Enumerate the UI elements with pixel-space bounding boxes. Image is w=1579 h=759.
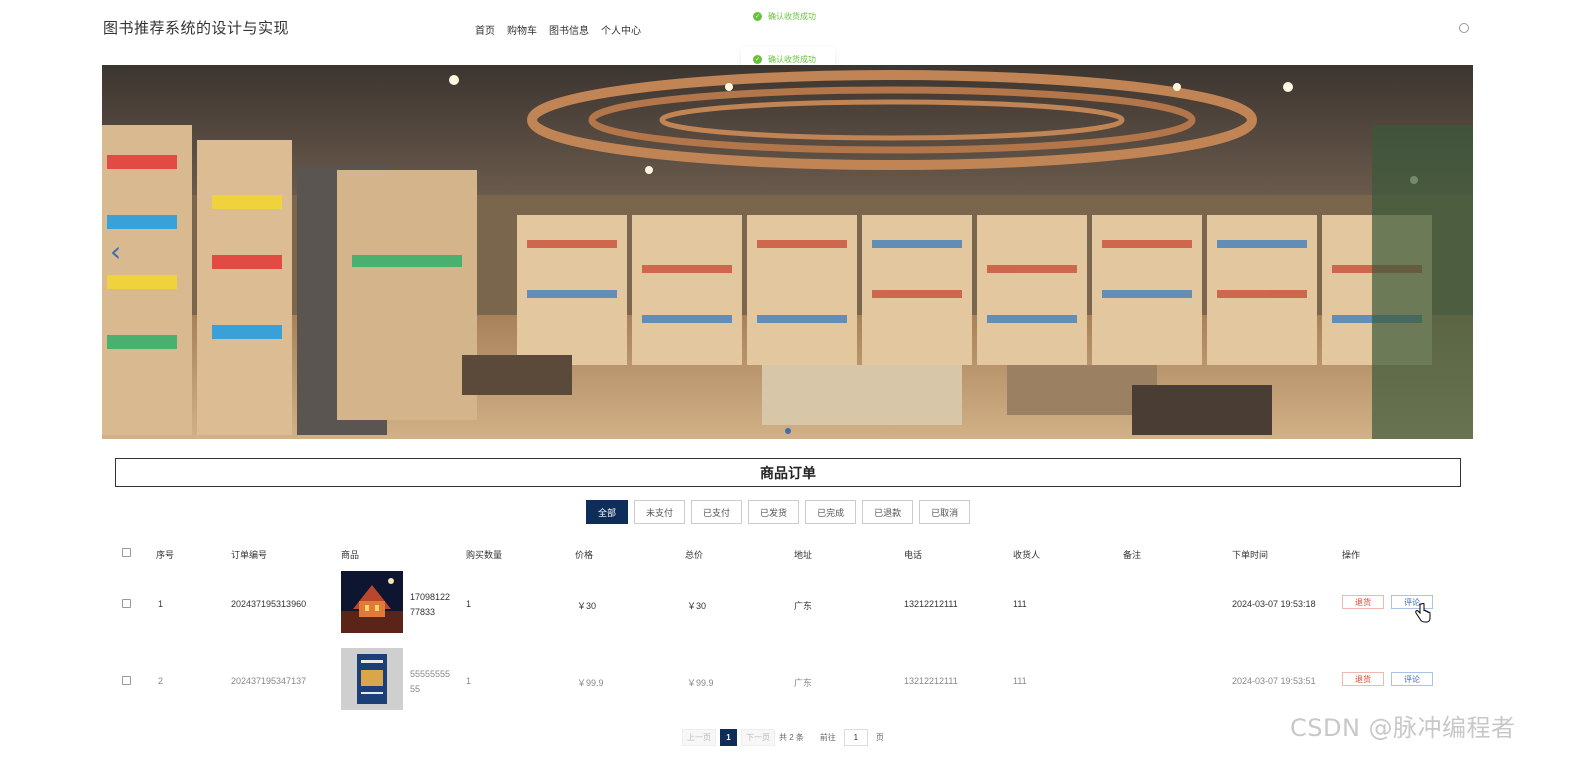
- top-nav: 首页 购物车 图书信息 个人中心: [475, 22, 641, 37]
- toast-message: 确认收货成功: [768, 54, 816, 64]
- user-avatar-icon[interactable]: [1459, 23, 1469, 33]
- goods-id: 55555555 55: [410, 667, 460, 697]
- price: ￥30: [577, 601, 597, 611]
- goods-thumbnail[interactable]: [341, 648, 403, 710]
- filter-completed[interactable]: 已完成: [805, 500, 857, 524]
- page-title: 商品订单: [115, 458, 1461, 487]
- filter-all[interactable]: 全部: [586, 500, 629, 524]
- goto-label: 前往: [819, 733, 836, 742]
- row-checkbox[interactable]: [122, 676, 131, 685]
- success-toast: ✓ 确认收货成功: [741, 4, 835, 28]
- goods-thumbnail[interactable]: [341, 571, 403, 633]
- order-number: 202437195313960: [231, 599, 307, 609]
- col-phone: 电话: [904, 550, 923, 560]
- banner-carousel[interactable]: ‹: [102, 65, 1473, 439]
- total-price: ￥30: [687, 601, 707, 611]
- page-number-current[interactable]: 1: [720, 729, 737, 746]
- carousel-indicator[interactable]: [785, 428, 791, 434]
- goods-id-line: 55: [410, 684, 421, 694]
- filter-paid[interactable]: 已支付: [691, 500, 743, 524]
- order-time: 2024-03-07 19:53:51: [1232, 676, 1316, 686]
- filter-unpaid[interactable]: 未支付: [634, 500, 686, 524]
- nav-profile[interactable]: 个人中心: [601, 22, 641, 37]
- receiver: 111: [1013, 676, 1027, 686]
- bookstore-photo: [102, 65, 1473, 439]
- order-status-filters: 全部 未支付 已支付 已发货 已完成 已退款 已取消: [586, 500, 971, 524]
- receiver: 111: [1013, 599, 1027, 609]
- goto-suffix: 页: [875, 733, 884, 742]
- col-address: 地址: [794, 550, 813, 560]
- phone: 13212212111: [904, 599, 958, 609]
- quantity: 1: [466, 676, 472, 686]
- table-header: 序号 订单编号 商品 购买数量 价格 总价 地址 电话 收货人 备注 下单时间 …: [0, 548, 1579, 560]
- phone: 13212212111: [904, 676, 958, 686]
- toast-message: 确认收货成功: [768, 11, 816, 21]
- next-page-button[interactable]: 下一页: [741, 729, 775, 746]
- address: 广东: [794, 601, 813, 611]
- table-row: 1 202437195313960 17098122 77833 1 ￥30 ￥…: [0, 570, 1579, 634]
- check-circle-icon: ✓: [753, 11, 762, 21]
- filter-shipped[interactable]: 已发货: [748, 500, 800, 524]
- pagination: 上一页 1 下一页 共 2 条 前往 1 页: [682, 729, 884, 746]
- hand-cursor-icon: [1415, 603, 1431, 623]
- col-note: 备注: [1123, 550, 1142, 560]
- refund-button[interactable]: 退货: [1342, 595, 1384, 609]
- col-actions: 操作: [1342, 550, 1361, 560]
- goods-id-line: 77833: [410, 607, 436, 617]
- goto-page-input[interactable]: 1: [843, 729, 868, 746]
- col-total: 总价: [685, 550, 704, 560]
- order-time: 2024-03-07 19:53:18: [1232, 599, 1316, 609]
- col-qty: 购买数量: [466, 550, 503, 560]
- goods-id-line: 55555555: [410, 669, 451, 679]
- row-index: 2: [158, 676, 164, 686]
- review-button[interactable]: 评论: [1391, 672, 1433, 686]
- col-time: 下单时间: [1232, 550, 1269, 560]
- nav-home[interactable]: 首页: [475, 22, 495, 37]
- refund-button[interactable]: 退货: [1342, 672, 1384, 686]
- col-index: 序号: [156, 550, 175, 560]
- total-count: 共 2 条: [779, 733, 804, 742]
- col-price: 价格: [575, 550, 594, 560]
- watermark: CSDN @脉冲编程者: [1290, 714, 1516, 742]
- col-receiver: 收货人: [1013, 550, 1041, 560]
- goods-id-line: 17098122: [410, 592, 451, 602]
- prev-page-button[interactable]: 上一页: [682, 729, 716, 746]
- filter-refunded[interactable]: 已退款: [862, 500, 914, 524]
- goods-id: 17098122 77833: [410, 590, 460, 620]
- address: 广东: [794, 678, 813, 688]
- check-circle-icon: ✓: [753, 54, 762, 64]
- row-index: 1: [158, 599, 164, 609]
- table-row: 2 202437195347137 55555555 55 1 ￥99.9 ￥9…: [0, 647, 1579, 711]
- order-number: 202437195347137: [231, 676, 307, 686]
- price: ￥99.9: [577, 678, 604, 688]
- nav-cart[interactable]: 购物车: [507, 22, 537, 37]
- total-price: ￥99.9: [687, 678, 714, 688]
- filter-cancelled[interactable]: 已取消: [919, 500, 971, 524]
- row-checkbox[interactable]: [122, 599, 131, 608]
- col-goods: 商品: [341, 550, 360, 560]
- quantity: 1: [466, 599, 472, 609]
- col-order-no: 订单编号: [231, 550, 268, 560]
- select-all-checkbox[interactable]: [122, 548, 131, 557]
- nav-books[interactable]: 图书信息: [549, 22, 589, 37]
- carousel-prev-arrow-icon[interactable]: ‹: [110, 235, 121, 268]
- site-title[interactable]: 图书推荐系统的设计与实现: [103, 17, 289, 38]
